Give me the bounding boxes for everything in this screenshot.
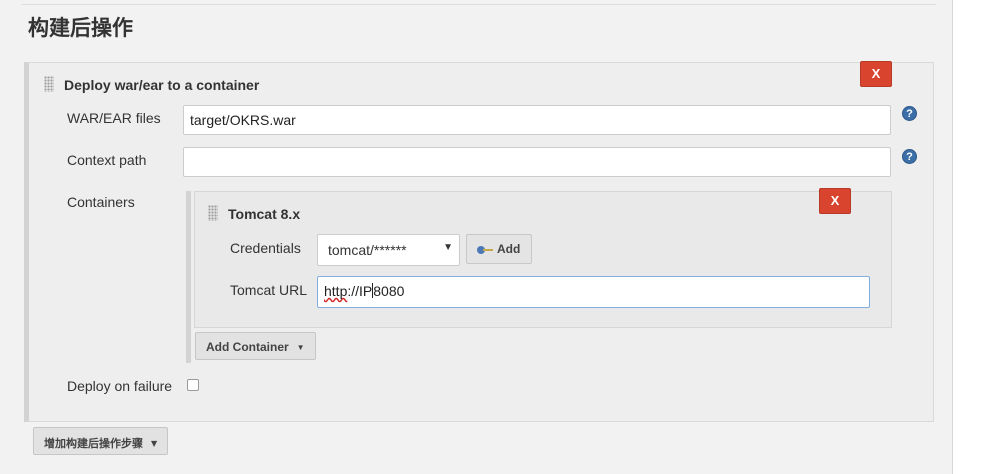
container-title: Tomcat 8.x [228,206,301,222]
tomcat-url-label: Tomcat URL [230,282,308,298]
section-title: 构建后操作 [28,16,133,40]
credentials-selected-value: tomcat/****** [328,242,407,258]
caret-down-icon: ▼ [151,439,158,448]
deploy-on-failure-label: Deploy on failure [67,378,173,394]
add-credentials-button[interactable]: Add [466,234,532,264]
containers-label: Containers [67,194,135,210]
add-container-label: Add Container [206,340,289,354]
deploy-step-block: Deploy war/ear to a container X WAR/EAR … [24,61,934,422]
caret-down-icon: ▼ [296,343,305,352]
containers-list: Tomcat 8.x X Credentials tomcat/****** ▼… [186,188,892,363]
credentials-select[interactable]: tomcat/****** ▼ [317,234,460,266]
delete-container-button[interactable]: X [819,188,851,214]
url-scheme-text: http [324,283,348,299]
context-path-input[interactable] [183,147,891,177]
help-icon[interactable]: ? [902,106,917,121]
url-host-text: ://IP [347,283,373,299]
drag-handle-icon[interactable] [208,205,218,221]
add-post-build-step-button[interactable]: 增加构建后操作步骤 ▼ [33,427,169,455]
add-post-build-step-label: 增加构建后操作步骤 [44,437,143,450]
dropdown-arrow-icon: ▼ [443,242,453,253]
url-port-text: 8080 [373,283,405,299]
war-files-label: WAR/EAR files [67,110,161,126]
add-credentials-label: Add [497,242,521,256]
post-build-panel: 构建后操作 Deploy war/ear to a container X WA… [0,0,953,474]
help-icon[interactable]: ? [902,149,917,164]
divider [22,4,936,5]
delete-step-button[interactable]: X [860,61,892,87]
tomcat-url-input[interactable]: http://IP8080 [317,276,870,308]
context-path-label: Context path [67,152,147,168]
credentials-label: Credentials [230,240,301,256]
add-container-button[interactable]: Add Container ▼ [195,332,316,360]
drag-handle-icon[interactable] [44,76,54,92]
deploy-on-failure-checkbox[interactable] [187,379,199,391]
war-files-input[interactable] [183,105,891,135]
key-icon [477,246,493,254]
step-title: Deploy war/ear to a container [64,77,260,93]
tomcat-container: Tomcat 8.x X Credentials tomcat/****** ▼… [194,188,892,328]
